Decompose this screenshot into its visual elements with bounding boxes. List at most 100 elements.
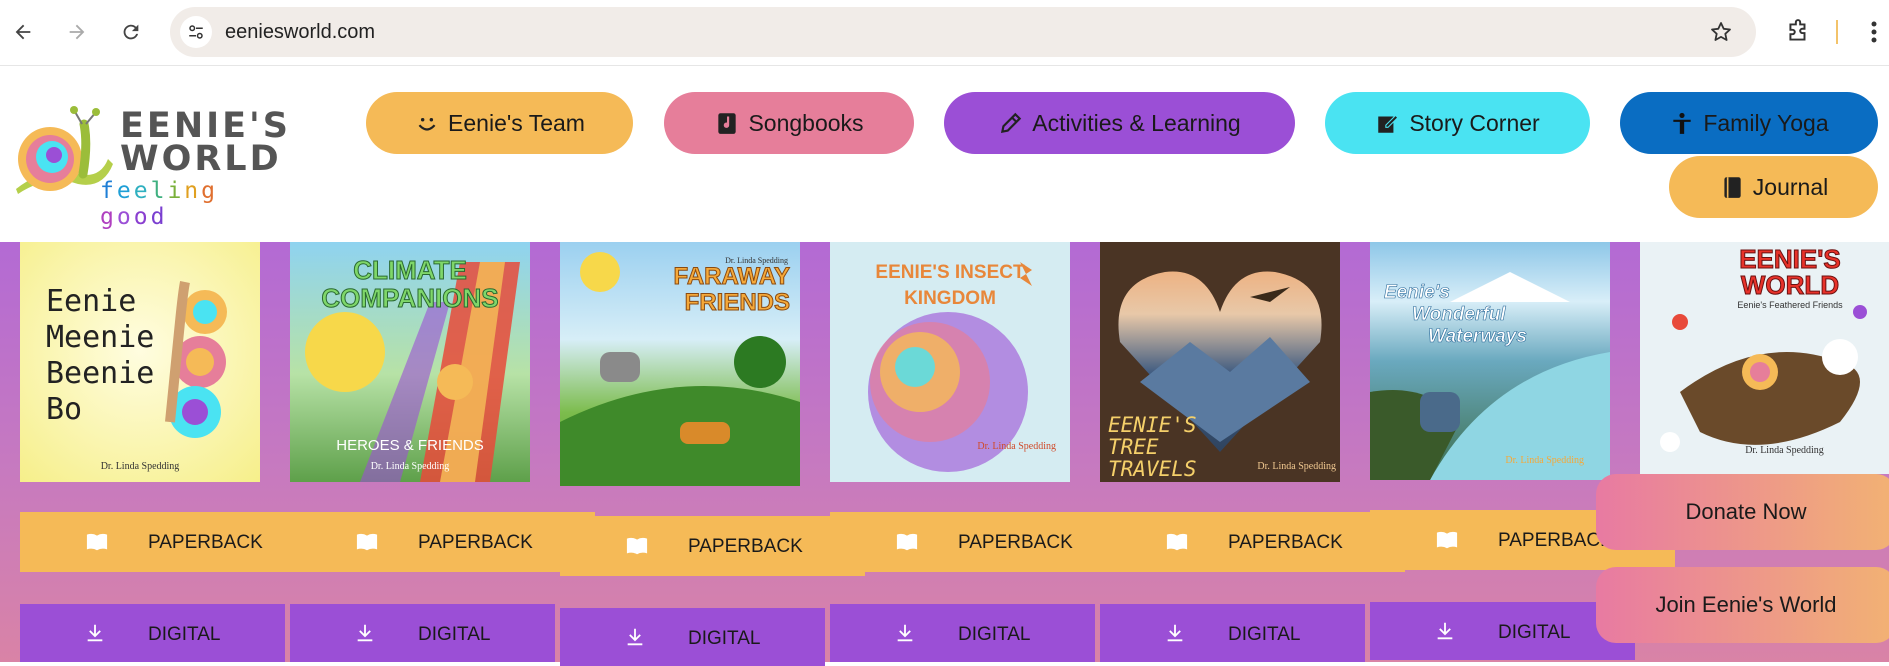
logo-tagline: feeling good — [100, 178, 263, 230]
nav-family-yoga[interactable]: Family Yoga — [1620, 92, 1878, 154]
paperback-label: PAPERBACK — [958, 532, 1073, 553]
nav-songbooks[interactable]: Songbooks — [664, 92, 914, 154]
digital-button[interactable]: DIGITAL — [1100, 604, 1365, 662]
cover-subtitle: Eenie's Feathered Friends — [1737, 300, 1843, 310]
snail-stack-illustration — [165, 281, 227, 438]
paperback-button[interactable]: PAPERBACK — [20, 512, 295, 572]
extensions-icon[interactable] — [1780, 14, 1816, 50]
paperback-button[interactable]: PAPERBACK — [1100, 512, 1405, 572]
digital-label: DIGITAL — [1228, 624, 1301, 645]
edit-note-icon — [1378, 114, 1399, 133]
nav-eenies-team[interactable]: Eenie's Team — [366, 92, 633, 154]
donate-now-button[interactable]: Donate Now — [1596, 474, 1889, 550]
toolbar-divider — [1836, 20, 1838, 44]
site-info-icon[interactable] — [180, 16, 212, 48]
music-note-icon — [718, 113, 737, 134]
logo-title-line-2: WORLD — [120, 139, 282, 179]
paperback-label: PAPERBACK — [688, 536, 803, 557]
book-icon — [1724, 177, 1741, 198]
download-icon — [627, 628, 643, 646]
cover-author: Dr. Linda Spedding — [1257, 461, 1336, 472]
cover-author: Dr. Linda Spedding — [977, 441, 1056, 452]
reload-button[interactable] — [113, 14, 149, 50]
river-landscape-illustration — [1370, 272, 1610, 480]
paperback-button[interactable]: PAPERBACK — [830, 512, 1135, 572]
open-book-icon — [626, 537, 648, 555]
book-cover-climate-companions[interactable]: CLIMATE COMPANIONS HEROES & FRIENDS Dr. … — [290, 242, 530, 482]
back-button[interactable] — [5, 14, 41, 50]
digital-button[interactable]: DIGITAL — [20, 604, 285, 662]
site-header: EENIE'S WORLD feeling good Eenie's Team … — [0, 67, 1889, 242]
arrow-left-icon — [15, 24, 31, 40]
cover-title-line: Eenie's — [1384, 282, 1450, 304]
open-book-icon — [896, 533, 918, 551]
cover-title-line: FARAWAY — [673, 263, 790, 290]
paperback-button[interactable]: PAPERBACK — [290, 512, 595, 572]
join-eenies-world-button[interactable]: Join Eenie's World — [1596, 567, 1889, 643]
book-cover-wonderful-waterways[interactable]: Eenie's Wonderful Waterways Dr. Linda Sp… — [1370, 242, 1610, 480]
browser-toolbar: eeniesworld.com — [0, 0, 1889, 66]
logo-tagline-text: feeling good — [100, 178, 219, 230]
reload-icon — [123, 24, 139, 40]
bookmark-star-icon[interactable] — [1706, 17, 1736, 47]
nav-story-corner[interactable]: Story Corner — [1325, 92, 1590, 154]
cover-title-line: EENIE'S — [1739, 244, 1842, 274]
digital-button[interactable]: DIGITAL — [290, 604, 555, 662]
book-cover-feathered-friends[interactable]: EENIE'S WORLD Eenie's Feathered Friends … — [1640, 242, 1889, 474]
digital-label: DIGITAL — [148, 624, 221, 645]
download-icon — [1167, 624, 1183, 642]
logo-title: EENIE'S WORLD — [120, 109, 291, 179]
download-icon — [1437, 622, 1453, 640]
book-cover-eenie-meenie[interactable]: Eenie Meenie Beenie Bo Dr. Linda Speddin… — [20, 242, 260, 482]
cover-subtitle: HEROES & FRIENDS — [336, 437, 484, 454]
book-gallery: Eenie Meenie Beenie Bo Dr. Linda Speddin… — [0, 242, 1889, 666]
nav-label: Songbooks — [748, 109, 864, 136]
arrow-right-icon — [69, 24, 85, 40]
cover-title-line: CLIMATE — [353, 255, 468, 285]
cover-title-line: FRIENDS — [684, 289, 790, 316]
digital-label: DIGITAL — [1498, 622, 1571, 643]
cover-title-line: EENIE'S INSECT — [875, 262, 1025, 283]
pencil-icon — [1001, 112, 1022, 134]
nav-activities-learning[interactable]: Activities & Learning — [944, 92, 1295, 154]
nav-label: Family Yoga — [1703, 109, 1829, 136]
address-bar[interactable]: eeniesworld.com — [170, 7, 1756, 57]
download-icon — [357, 624, 373, 642]
digital-button[interactable]: DIGITAL — [560, 608, 825, 666]
person-icon — [1673, 112, 1692, 134]
forward-button[interactable] — [59, 14, 95, 50]
cover-author: Dr. Linda Spedding — [1745, 445, 1824, 456]
paperback-button[interactable]: PAPERBACK — [560, 516, 865, 576]
open-book-icon — [1436, 531, 1458, 549]
site-logo[interactable]: EENIE'S WORLD feeling good — [8, 104, 288, 230]
paperback-label: PAPERBACK — [418, 532, 533, 553]
paperback-label: PAPERBACK — [148, 532, 263, 553]
smile-icon — [418, 118, 436, 131]
cover-author: Dr. Linda Spedding — [370, 461, 450, 472]
book-cover-tree-travels[interactable]: EENIE'S TREE TRAVELS Dr. Linda Spedding — [1100, 242, 1340, 482]
open-book-icon — [86, 533, 108, 551]
cover-title-line: Waterways — [1428, 326, 1528, 348]
digital-button[interactable]: DIGITAL — [830, 604, 1095, 662]
cover-title-line: TREE — [1108, 435, 1159, 459]
nav-label: Journal — [1752, 173, 1829, 200]
donate-label: Donate Now — [1685, 499, 1807, 524]
cover-title-line: KINGDOM — [904, 288, 996, 309]
nav-label: Activities & Learning — [1032, 109, 1241, 136]
book-cover-faraway-friends[interactable]: FARAWAY FRIENDS Dr. Linda Spedding — [560, 242, 800, 486]
cover-author: Dr. Linda Spedding — [100, 461, 180, 472]
join-label: Join Eenie's World — [1655, 592, 1837, 617]
book-cover-insect-kingdom[interactable]: EENIE'S INSECT KINGDOM Dr. Linda Speddin… — [830, 242, 1070, 482]
cover-author: Dr. Linda Spedding — [725, 256, 788, 265]
more-menu-icon[interactable] — [1862, 14, 1886, 50]
cover-title-line: WORLD — [1740, 270, 1840, 300]
open-book-icon — [356, 533, 378, 551]
nav-journal[interactable]: Journal — [1669, 156, 1878, 218]
cover-title-line: Wonderful — [1412, 304, 1506, 326]
paperback-label: PAPERBACK — [1228, 532, 1343, 553]
cover-author: Dr. Linda Spedding — [1505, 455, 1584, 466]
nav-label: Eenie's Team — [448, 109, 585, 136]
open-book-icon — [1166, 533, 1188, 551]
url-text[interactable]: eeniesworld.com — [225, 21, 375, 44]
cover-title-line: EENIE'S — [1108, 413, 1197, 437]
